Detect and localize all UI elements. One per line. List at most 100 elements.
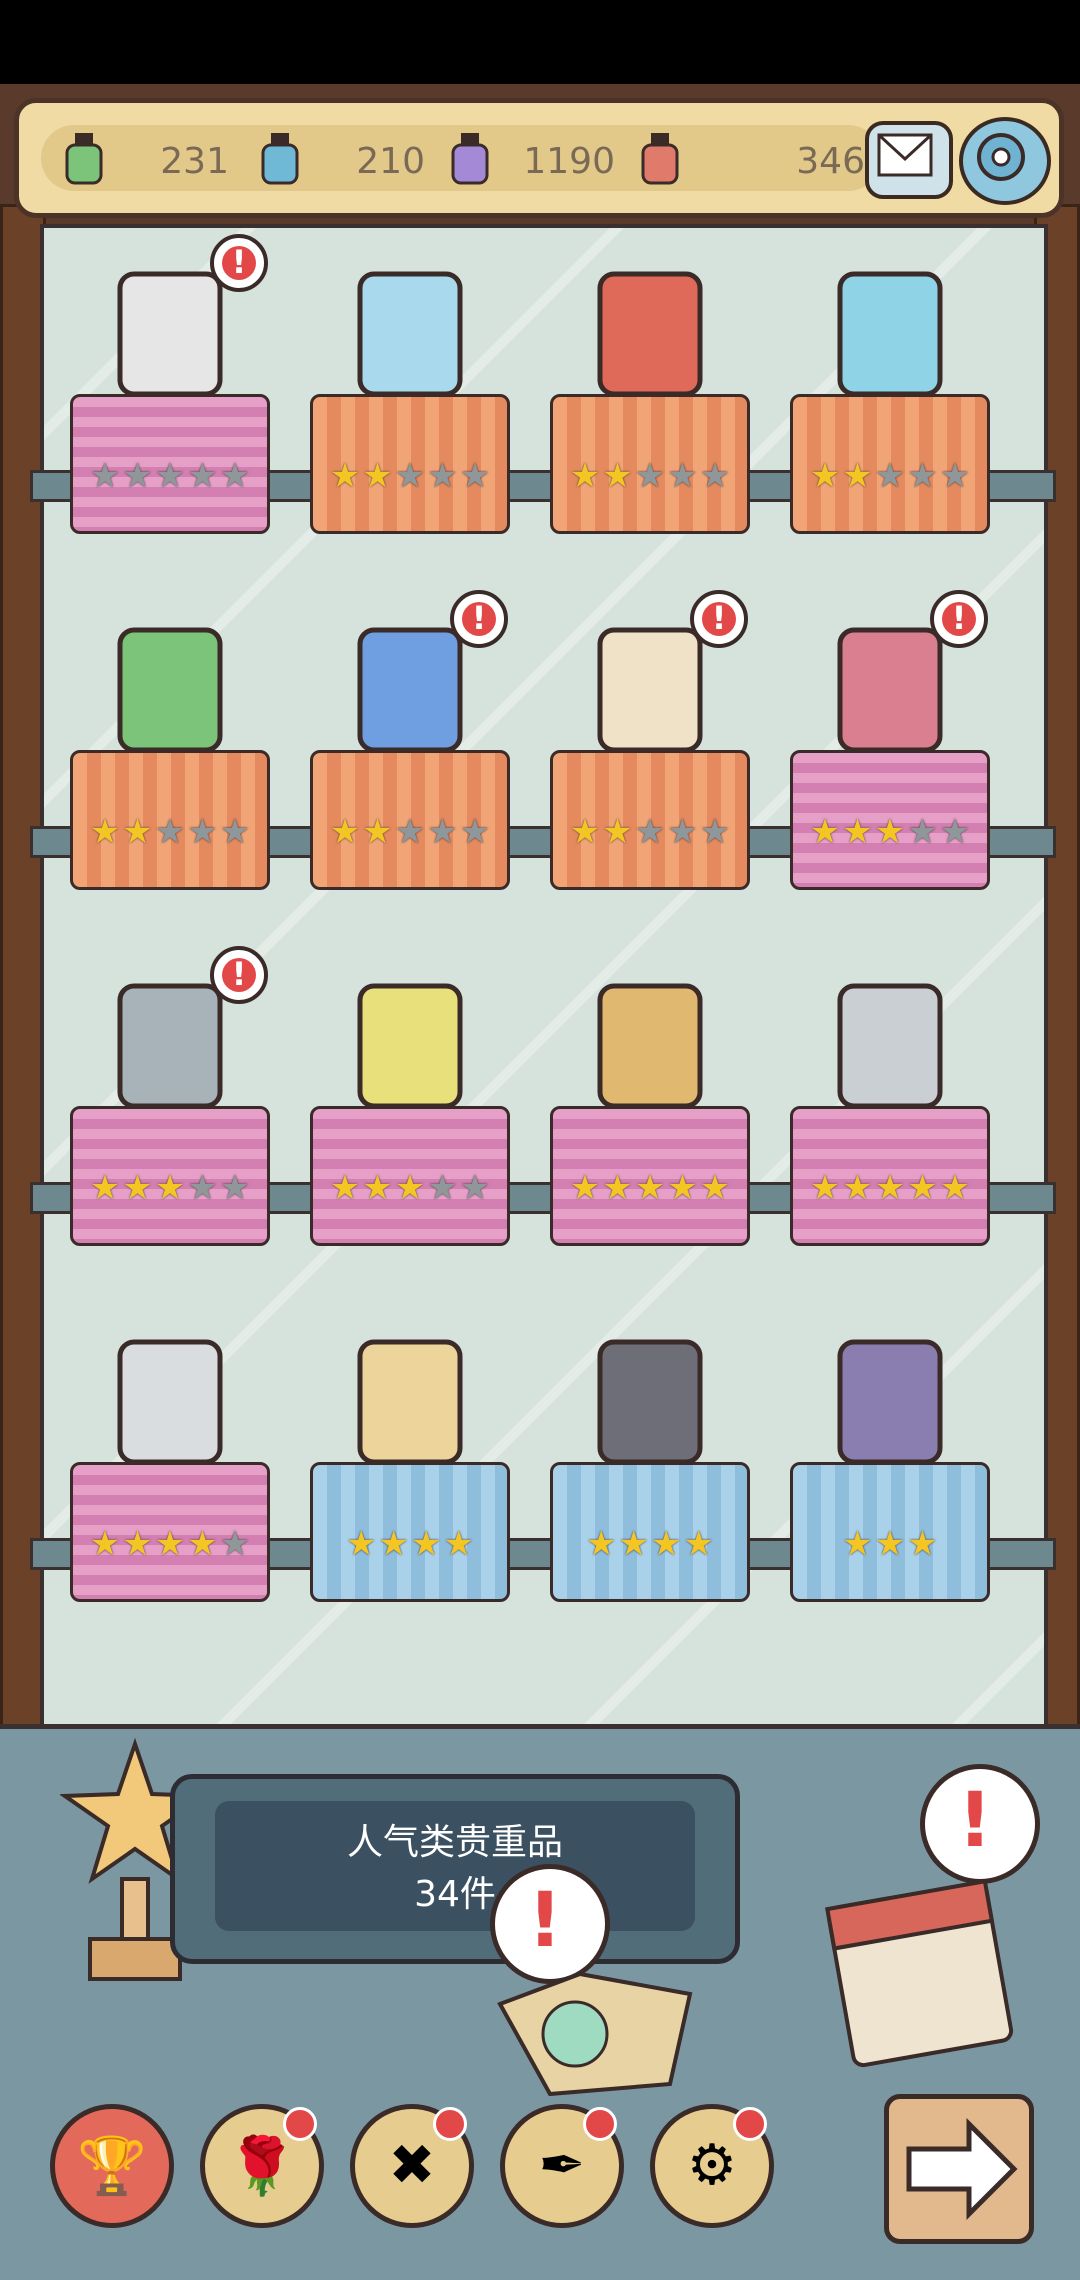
dragon-icon (357, 271, 463, 397)
star-filled-icon: ★ (329, 812, 361, 852)
mail-button[interactable] (865, 121, 953, 199)
star-filled-icon: ★ (154, 1168, 186, 1208)
star-empty-icon: ★ (634, 456, 666, 496)
star-filled-icon: ★ (667, 1168, 698, 1208)
star-filled-icon: ★ (634, 1168, 666, 1208)
shelf-item-iron-throne[interactable]: ★ ★ ★ ★ ★ (780, 936, 1000, 1256)
alert-badge[interactable]: ! (210, 234, 268, 292)
star-rating: ★ ★ ★ ★ ★ (80, 812, 260, 852)
star-filled-icon: ★ (618, 1524, 649, 1564)
alert-badge[interactable]: ! (930, 590, 988, 648)
shelf-item-arcade-cabinet[interactable]: ★ ★ ★ ★ ★ (540, 224, 760, 544)
shelf-item-tetris-blocks[interactable]: ★ ★ ★ ★ ★! (300, 580, 520, 900)
star-filled-icon: ★ (329, 1168, 361, 1208)
exclamation-icon: ! (711, 599, 727, 637)
star-empty-icon: ★ (154, 812, 186, 852)
shelf-item-old-document[interactable]: ★ ★ ★ ★ ★! (540, 580, 760, 900)
shelf-item-stone-stele[interactable]: ★ ★ ★ ★ ★! (60, 936, 280, 1256)
shelf-item-dragon-statue[interactable]: ★ ★ ★ ★ ★ (300, 224, 520, 544)
resource-value: 1190 (523, 141, 615, 182)
star-rating: ★ ★ ★ ★ ★ (320, 1168, 500, 1208)
gear-icon (977, 133, 1025, 181)
next-arrow-button[interactable] (884, 2094, 1034, 2244)
star-empty-icon: ★ (187, 456, 218, 496)
star-filled-icon: ★ (809, 1168, 841, 1208)
notification-dot (283, 2107, 317, 2141)
star-empty-icon: ★ (667, 456, 698, 496)
star-rating: ★ ★ ★ ★ ★ (560, 456, 740, 496)
settings-button[interactable] (959, 117, 1051, 205)
game-scene: 231 210 1190 346 ★ ★ ★ ★ ★ ! ★ ★ ★ ★ ★ ★… (0, 84, 1080, 2280)
star-filled-icon: ★ (122, 812, 153, 852)
star-empty-icon: ★ (187, 1168, 218, 1208)
star-empty-icon: ★ (187, 812, 218, 852)
map-scroll-icon[interactable] (490, 1964, 710, 2104)
star-empty-icon: ★ (874, 456, 906, 496)
nav-button-rose[interactable]: 🌹 (200, 2104, 324, 2228)
star-rating: ★ ★ ★ ★ ★ (800, 1168, 980, 1208)
alert-badge[interactable]: ! (690, 590, 748, 648)
star-rating: ★ ★ ★ ★ ★ (80, 456, 260, 496)
star-filled-icon: ★ (699, 1168, 731, 1208)
shelf-item-ancient-tablet[interactable]: ★ ★ ★ ★ ★ (780, 224, 1000, 544)
tools-icon: ✖ (388, 2133, 436, 2198)
star-empty-icon: ★ (907, 812, 938, 852)
collection-count: 34件 (414, 1874, 496, 1915)
shelf-item-crystal-ball[interactable]: ★ ★ ★ ★ (540, 1292, 760, 1612)
ink-bottle-red-icon (641, 133, 679, 185)
star-empty-icon: ★ (699, 812, 731, 852)
notification-dot (433, 2107, 467, 2141)
star-filled-icon: ★ (809, 812, 841, 852)
shelf-item-kite[interactable]: ★ ★ ★ ★ (300, 1292, 520, 1612)
star-filled-icon: ★ (569, 1168, 601, 1208)
star-filled-icon: ★ (122, 1524, 153, 1564)
star-filled-icon: ★ (569, 456, 601, 496)
leaf-icon (117, 627, 223, 753)
star-filled-icon: ★ (842, 456, 873, 496)
star-empty-icon: ★ (219, 1168, 251, 1208)
star-filled-icon: ★ (602, 456, 633, 496)
alert-badge[interactable]: ! (210, 946, 268, 1004)
star-filled-icon: ★ (411, 1524, 442, 1564)
star-filled-icon: ★ (586, 1524, 617, 1564)
shelf-item-ancient-book[interactable]: ★ ★ ★ (780, 1292, 1000, 1612)
calendar-icon[interactable] (820, 1864, 1020, 2074)
arcade-icon (597, 271, 703, 397)
star-filled-icon: ★ (602, 1168, 633, 1208)
star-empty-icon: ★ (939, 456, 971, 496)
star-filled-icon: ★ (907, 1168, 938, 1208)
shelf-item-portrait-tablet[interactable]: ★ ★ ★ ★ ★! (60, 224, 280, 544)
shelf-item-golden-goblet[interactable]: ★ ★ ★ ★ ★ (300, 936, 520, 1256)
alert-badge[interactable]: ! (450, 590, 508, 648)
resource-bar-inner: 231 210 1190 346 (41, 125, 881, 191)
exclamation-icon: ! (231, 955, 247, 993)
shelf-item-world-cup-trophy[interactable]: ★ ★ ★ ★ ★ (540, 936, 760, 1256)
kite-icon (357, 1339, 463, 1465)
star-filled-icon: ★ (842, 1524, 873, 1564)
nav-button-quill[interactable]: ✒ (500, 2104, 624, 2228)
star-filled-icon: ★ (443, 1524, 474, 1564)
star-rating: ★ ★ ★ ★ ★ (800, 456, 980, 496)
trophy-icon (597, 983, 703, 1109)
mail-icon (877, 133, 933, 177)
goblet-icon (357, 983, 463, 1109)
nav-button-tools[interactable]: ✖ (350, 2104, 474, 2228)
gear-icon: ⚙ (686, 2133, 738, 2198)
notification-dot (583, 2107, 617, 2141)
star-filled-icon: ★ (378, 1524, 409, 1564)
collection-label-plate: 人气类贵重品 34件 (170, 1774, 740, 1964)
shelf-item-coin-portrait[interactable]: ★ ★ ★ ★ ★ (60, 1292, 280, 1612)
shelf-item-painting[interactable]: ★ ★ ★ ★ ★! (780, 580, 1000, 900)
nav-button-gear[interactable]: ⚙ (650, 2104, 774, 2228)
star-rating: ★ ★ ★ ★ ★ (80, 1168, 260, 1208)
star-filled-icon: ★ (362, 812, 393, 852)
star-filled-icon: ★ (122, 1168, 153, 1208)
star-rating: ★ ★ ★ ★ ★ (320, 456, 500, 496)
star-filled-icon: ★ (842, 1168, 873, 1208)
star-rating: ★ ★ ★ ★ ★ (800, 812, 980, 852)
shelf-item-green-leaf[interactable]: ★ ★ ★ ★ ★ (60, 580, 280, 900)
ink-bottle-blue-icon (261, 133, 299, 185)
nav-button-trophy[interactable]: 🏆 (50, 2104, 174, 2228)
star-rating: ★ ★ ★ ★ ★ (560, 1168, 740, 1208)
resource-ink-red: 346 (635, 131, 865, 187)
